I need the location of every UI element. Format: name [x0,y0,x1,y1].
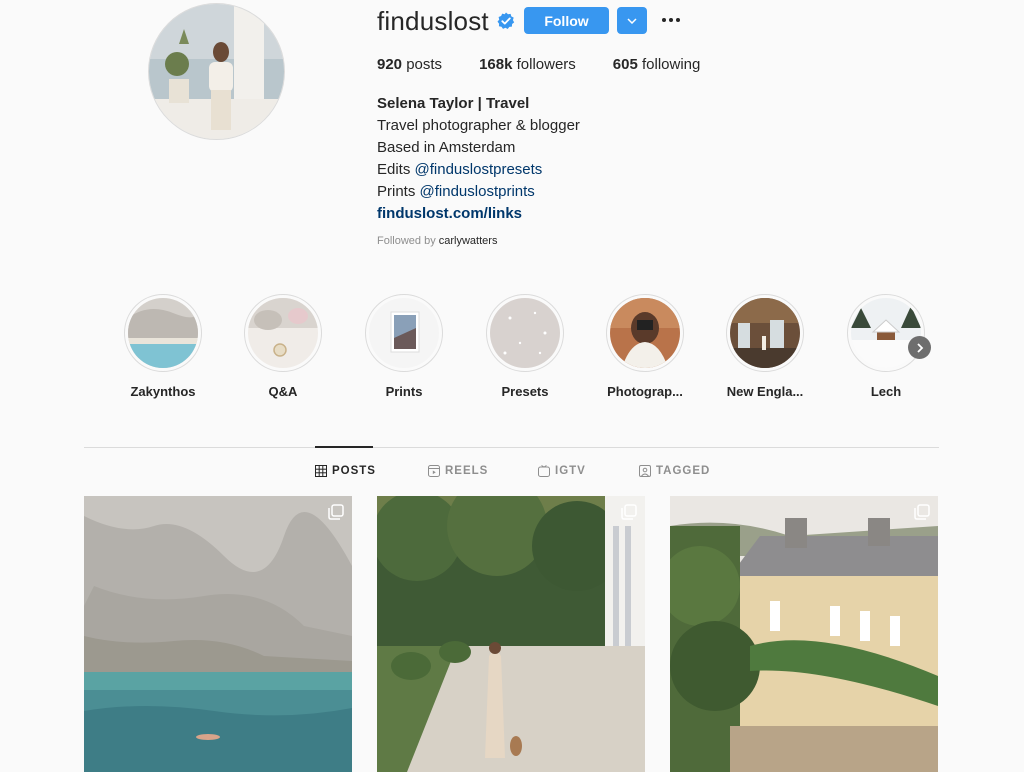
username: finduslost [377,6,489,36]
tagged-icon [639,465,651,477]
multiple-photos-icon [621,504,637,520]
reels-icon [428,465,440,477]
profile-tabs: POSTS REELS IGTV TAGGED [0,465,1024,481]
bio-website-link[interactable]: finduslost.com/links [377,203,777,225]
highlight-qa[interactable]: Q&A [233,294,333,399]
following-count: 605 [612,56,638,73]
highlight-ring [847,294,925,372]
highlight-new-england[interactable]: New Engla... [715,294,815,399]
followers-count: 168k [479,56,513,73]
bio-line: Based in Amsterdam [377,139,516,156]
highlight-label: Presets [501,384,549,399]
tab-tagged[interactable]: TAGGED [639,465,710,477]
highlight-cover [851,298,921,368]
tab-label: REELS [445,465,489,477]
edits-mention-link[interactable]: @finduslostpresets [415,161,543,178]
tab-label: IGTV [555,465,586,477]
followed-by-prefix: Followed by [377,235,439,247]
tab-posts[interactable]: POSTS [315,465,376,477]
prints-mention-link[interactable]: @finduslostprints [420,183,535,200]
highlight-ring [244,294,322,372]
highlight-label: New Engla... [726,384,804,399]
verified-badge-icon [497,12,515,30]
tab-reels[interactable]: REELS [428,465,488,477]
post-thumbnail[interactable] [670,496,938,772]
bio-line: Travel photographer & blogger [377,117,580,134]
highlight-presets[interactable]: Presets [475,294,575,399]
posts-stat: 920 posts [377,56,442,73]
highlight-cover [610,298,680,368]
highlights-next-button[interactable] [908,336,931,359]
profile-avatar[interactable] [148,3,285,140]
full-name: Selena Taylor | Travel [377,95,530,112]
highlight-ring [606,294,684,372]
bio-prints-line: Prints @finduslostprints [377,181,777,203]
username-row: finduslost [377,6,515,36]
highlight-label: Zakynthos [130,384,196,399]
prints-prefix: Prints [377,183,420,200]
multiple-photos-icon [328,504,344,520]
highlight-cover [128,298,198,368]
chevron-down-icon [627,17,637,24]
highlight-ring [726,294,804,372]
bio-edits-line: Edits @finduslostpresets [377,159,777,181]
more-options-button[interactable] [659,10,683,30]
posts-label: posts [406,56,443,73]
following-stat[interactable]: 605 following [613,56,701,73]
highlight-ring [365,294,443,372]
tab-label: TAGGED [656,465,711,477]
highlight-prints[interactable]: Prints [354,294,454,399]
more-dot-icon [676,18,680,22]
chevron-right-icon [916,342,923,353]
tab-igtv[interactable]: IGTV [538,465,586,477]
suggested-dropdown-button[interactable] [617,7,647,34]
highlight-label: Prints [385,384,423,399]
highlight-label: Photograp... [607,384,683,399]
tab-label: POSTS [332,465,376,477]
following-label: following [642,56,701,73]
highlight-cover [490,298,560,368]
active-tab-indicator [315,446,373,448]
multiple-photos-icon [914,504,930,520]
follow-button[interactable]: Follow [524,7,609,34]
edits-prefix: Edits [377,161,415,178]
highlight-cover [730,298,800,368]
more-dot-icon [662,18,666,22]
highlight-cover [248,298,318,368]
post-thumbnail[interactable] [84,496,352,772]
followed-by-user: carlywatters [438,235,498,247]
highlight-cover [369,298,439,368]
tabs-divider [84,447,939,448]
highlight-zakynthos[interactable]: Zakynthos [113,294,213,399]
highlight-photography[interactable]: Photograp... [595,294,695,399]
profile-bio: Selena Taylor | Travel Travel photograph… [377,93,777,225]
followed-by[interactable]: Followed by carlywatters [377,235,497,247]
followers-stat[interactable]: 168k followers [479,56,576,73]
more-dot-icon [669,18,673,22]
post-thumbnail[interactable] [377,496,645,772]
posts-grid [84,496,939,772]
posts-count: 920 [377,56,403,73]
highlight-ring [124,294,202,372]
profile-stats: 920 posts 168k followers 605 following [377,56,737,73]
grid-icon [315,465,327,477]
highlight-label: Q&A [268,384,298,399]
highlight-ring [486,294,564,372]
followers-label: followers [516,56,576,73]
igtv-icon [538,465,550,477]
highlight-label: Lech [870,384,902,399]
story-highlights: Zakynthos Q&A Prints Presets Photograp..… [0,294,1024,404]
